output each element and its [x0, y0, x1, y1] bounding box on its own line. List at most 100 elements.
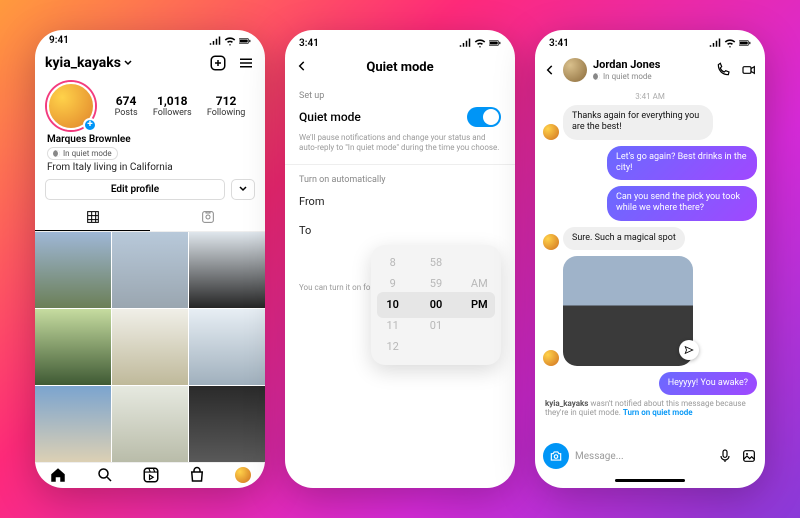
- message-incoming[interactable]: Sure. Such a magical spot: [543, 227, 757, 250]
- message-bubble: Can you send the pick you took while we …: [607, 186, 757, 221]
- post-thumbnail[interactable]: [112, 309, 188, 385]
- chat-header: Jordan Jones In quiet mode: [535, 52, 765, 88]
- chevron-down-icon: [123, 58, 133, 68]
- message-incoming[interactable]: Thanks again for everything you are the …: [543, 105, 757, 140]
- message-outgoing[interactable]: Can you send the pick you took while we …: [543, 186, 757, 221]
- signal-icon: [209, 36, 221, 46]
- back-button[interactable]: [543, 63, 557, 77]
- signal-icon: [709, 38, 721, 48]
- turn-on-quiet-link[interactable]: Turn on quiet mode: [623, 408, 693, 417]
- add-story-icon[interactable]: +: [83, 118, 97, 132]
- message-bubble: Sure. Such a magical spot: [563, 227, 685, 250]
- post-thumbnail[interactable]: [35, 386, 111, 462]
- wifi-icon: [474, 38, 486, 48]
- signal-icon: [459, 38, 471, 48]
- post-thumbnail[interactable]: [189, 386, 265, 462]
- phone-profile: 9:41 kyia_kayaks + 674Posts 1,018Followe…: [35, 30, 265, 488]
- home-indicator[interactable]: [615, 479, 685, 482]
- divider: [285, 164, 515, 165]
- chat-avatar[interactable]: [563, 58, 587, 82]
- profile-info: Marques Brownlee In quiet mode From Ital…: [35, 132, 265, 175]
- phone-quiet-settings: 3:41 Quiet mode Set up Quiet mode We'll …: [285, 30, 515, 488]
- post-thumbnail[interactable]: [35, 309, 111, 385]
- video-icon[interactable]: [741, 62, 757, 78]
- section-label-auto: Turn on automatically: [285, 167, 515, 187]
- post-thumbnail[interactable]: [189, 309, 265, 385]
- edit-profile-button[interactable]: Edit profile: [45, 179, 225, 200]
- picker-hint: You can turn it on for: [299, 283, 373, 292]
- stat-following[interactable]: 712Following: [207, 94, 246, 118]
- message-avatar: [543, 350, 559, 366]
- nav-search-icon[interactable]: [96, 466, 114, 484]
- stat-posts[interactable]: 674Posts: [115, 94, 138, 118]
- post-thumbnail[interactable]: [35, 232, 111, 308]
- quiet-mode-description: We'll pause notifications and change you…: [285, 131, 515, 162]
- back-button[interactable]: [295, 58, 313, 77]
- nav-shop-icon[interactable]: [188, 466, 206, 484]
- section-label-setup: Set up: [285, 83, 515, 103]
- username-dropdown[interactable]: kyia_kayaks: [45, 55, 133, 71]
- message-photo[interactable]: [543, 256, 757, 366]
- profile-header: kyia_kayaks: [35, 48, 265, 78]
- call-icon[interactable]: [715, 62, 731, 78]
- quiet-mode-toggle[interactable]: [467, 107, 501, 127]
- compose-bar: Message...: [535, 437, 765, 475]
- status-icons: [459, 38, 501, 48]
- from-row[interactable]: From: [285, 187, 515, 216]
- moon-icon: [593, 73, 600, 80]
- photo-attachment[interactable]: [563, 256, 693, 366]
- battery-icon: [489, 38, 501, 48]
- message-outgoing[interactable]: Let's go again? Best drinks in the city!: [543, 146, 757, 181]
- chat-timestamp: 3:41 AM: [535, 88, 765, 105]
- message-bubble: Let's go again? Best drinks in the city!: [607, 146, 757, 181]
- status-icons: [709, 38, 751, 48]
- wifi-icon: [224, 36, 236, 46]
- profile-stats-row: + 674Posts 1,018Followers 712Following: [35, 78, 265, 132]
- tab-tagged[interactable]: [150, 204, 265, 231]
- battery-icon: [239, 36, 251, 46]
- moon-icon: [53, 150, 60, 157]
- share-photo-button[interactable]: [679, 340, 699, 360]
- quiet-mode-toggle-row: Quiet mode: [285, 103, 515, 131]
- time-picker[interactable]: 8 9 10 11 12 58 59 00 01 AM PM: [371, 245, 501, 365]
- gallery-icon[interactable]: [741, 448, 757, 464]
- stat-followers[interactable]: 1,018Followers: [153, 94, 192, 118]
- to-row[interactable]: To: [285, 216, 515, 245]
- mic-icon[interactable]: [717, 448, 733, 464]
- post-thumbnail[interactable]: [189, 232, 265, 308]
- menu-icon[interactable]: [237, 54, 255, 72]
- bottom-nav: [35, 462, 265, 488]
- tab-grid[interactable]: [35, 204, 150, 231]
- send-icon: [684, 345, 694, 355]
- discover-people-button[interactable]: [231, 179, 255, 200]
- status-time: 3:41: [299, 38, 319, 49]
- chat-title-block[interactable]: Jordan Jones In quiet mode: [593, 59, 660, 80]
- toggle-label: Quiet mode: [299, 110, 361, 124]
- wifi-icon: [724, 38, 736, 48]
- create-icon[interactable]: [209, 54, 227, 72]
- status-bar: 3:41: [535, 30, 765, 52]
- status-time: 3:41: [549, 38, 569, 49]
- username: kyia_kayaks: [45, 55, 121, 71]
- camera-button[interactable]: [543, 443, 569, 469]
- nav-profile-icon[interactable]: [235, 467, 251, 483]
- quiet-mode-notice: kyia_kayaks wasn't notified about this m…: [535, 395, 765, 421]
- nav-home-icon[interactable]: [49, 466, 67, 484]
- message-bubble: Heyyyy! You awake?: [659, 372, 757, 395]
- post-thumbnail[interactable]: [112, 386, 188, 462]
- message-input[interactable]: Message...: [575, 451, 711, 462]
- posts-grid: [35, 232, 265, 462]
- status-icons: [209, 36, 251, 46]
- messages-list[interactable]: Thanks again for everything you are the …: [535, 105, 765, 395]
- avatar[interactable]: +: [47, 82, 95, 130]
- chat-status: In quiet mode: [593, 72, 660, 81]
- message-bubble: Thanks again for everything you are the …: [563, 105, 713, 140]
- display-name: Marques Brownlee: [47, 134, 253, 145]
- status-time: 9:41: [49, 35, 69, 46]
- message-avatar: [543, 124, 559, 140]
- nav-reels-icon[interactable]: [142, 466, 160, 484]
- post-thumbnail[interactable]: [112, 232, 188, 308]
- message-avatar: [543, 234, 559, 250]
- message-outgoing[interactable]: Heyyyy! You awake?: [543, 372, 757, 395]
- chevron-down-icon: [238, 184, 248, 194]
